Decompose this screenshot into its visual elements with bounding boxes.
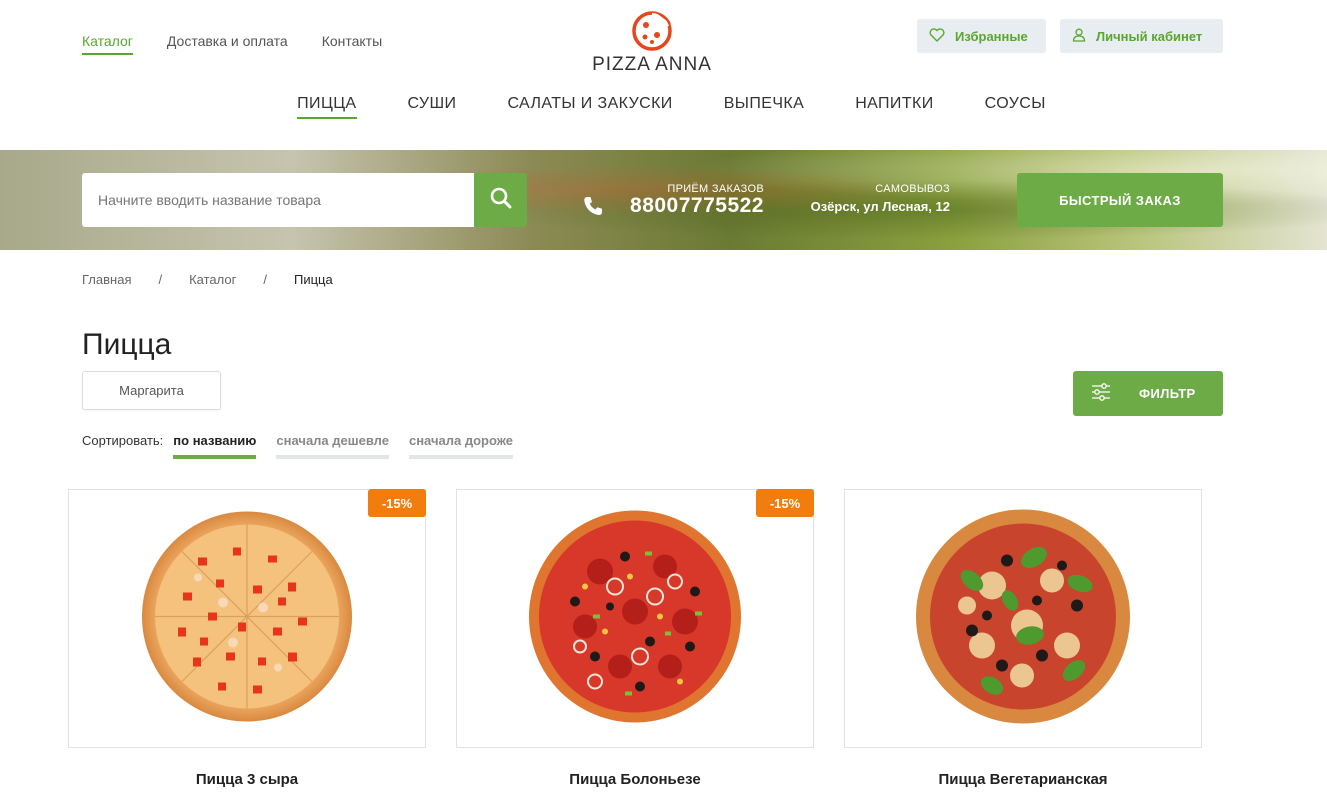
sort-cheaper-first[interactable]: сначала дешевле [276, 433, 389, 459]
quick-order-button[interactable]: БЫСТРЫЙ ЗАКАЗ [1017, 173, 1223, 227]
pizza-bolognese-image[interactable] [525, 506, 745, 731]
pizza-vegetarian-image[interactable] [912, 505, 1134, 732]
phone-icon [582, 195, 604, 222]
pizza-three-cheese-image[interactable] [138, 507, 356, 730]
product-name[interactable]: Пицца Болоньезе [456, 771, 814, 788]
product-name[interactable]: Пицца Вегетарианская [844, 771, 1202, 788]
account-label: Личный кабинет [1096, 28, 1203, 44]
account-button[interactable]: Личный кабинет [1060, 19, 1223, 53]
logo-text: PIZZA ANNA [592, 54, 712, 75]
phone-number[interactable]: 88007775522 [630, 194, 764, 218]
site-logo[interactable]: PIZZA ANNA [590, 8, 714, 76]
product-card[interactable] [844, 489, 1202, 748]
breadcrumb-catalog[interactable]: Каталог [189, 272, 236, 287]
search-input[interactable] [82, 173, 474, 227]
pickup-caption: САМОВЫВОЗ [875, 183, 950, 195]
sort-bar: Сортировать: по названию сначала дешевле… [82, 433, 533, 459]
search-button[interactable] [474, 173, 527, 227]
breadcrumb-separator: / [158, 272, 163, 287]
search-banner: ПРИЁМ ЗАКАЗОВ 88007775522 САМОВЫВОЗ Озёр… [0, 150, 1327, 250]
category-nav: ПИЦЦА СУШИ САЛАТЫ И ЗАКУСКИ ВЫПЕЧКА НАПИ… [0, 95, 1327, 119]
product-card[interactable]: -15% [68, 489, 426, 748]
filter-button[interactable]: ФИЛЬТР [1073, 371, 1223, 416]
page-title: Пицца [82, 328, 172, 361]
breadcrumb-home[interactable]: Главная [82, 272, 131, 287]
category-sauces[interactable]: СОУСЫ [985, 95, 1046, 119]
sort-label: Сортировать: [82, 433, 164, 448]
order-phone[interactable]: ПРИЁМ ЗАКАЗОВ 88007775522 [582, 183, 764, 223]
sliders-icon [1091, 383, 1111, 404]
category-salads[interactable]: САЛАТЫ И ЗАКУСКИ [507, 95, 672, 119]
heart-icon [929, 27, 945, 45]
user-icon [1072, 28, 1086, 45]
favorites-button[interactable]: Избранные [917, 19, 1046, 53]
top-nav: Каталог Доставка и оплата Контакты [82, 33, 382, 55]
tag-margherita[interactable]: Маргарита [82, 371, 221, 410]
filter-label: ФИЛЬТР [1139, 386, 1196, 401]
pickup-address: Озёрск, ул Лесная, 12 [810, 199, 950, 214]
search-icon [490, 187, 512, 214]
category-sushi[interactable]: СУШИ [408, 95, 457, 119]
top-link-delivery[interactable]: Доставка и оплата [167, 33, 288, 55]
discount-badge: -15% [368, 489, 426, 517]
category-pizza[interactable]: ПИЦЦА [297, 95, 357, 119]
pizza-logo-icon [627, 8, 677, 54]
breadcrumb-separator: / [263, 272, 267, 287]
favorites-label: Избранные [955, 28, 1028, 44]
category-drinks[interactable]: НАПИТКИ [855, 95, 933, 119]
pickup-info: САМОВЫВОЗ Озёрск, ул Лесная, 12 [790, 183, 950, 214]
product-name[interactable]: Пицца 3 сыра [68, 771, 426, 788]
breadcrumb: Главная / Каталог / Пицца [82, 272, 333, 287]
discount-badge: -15% [756, 489, 814, 517]
top-link-contacts[interactable]: Контакты [322, 33, 382, 55]
breadcrumb-current: Пицца [294, 272, 333, 287]
product-card[interactable]: -15% [456, 489, 814, 748]
sort-by-name[interactable]: по названию [173, 433, 257, 459]
category-bakery[interactable]: ВЫПЕЧКА [724, 95, 804, 119]
sort-expensive-first[interactable]: сначала дороже [408, 433, 514, 459]
top-link-catalog[interactable]: Каталог [82, 33, 133, 55]
